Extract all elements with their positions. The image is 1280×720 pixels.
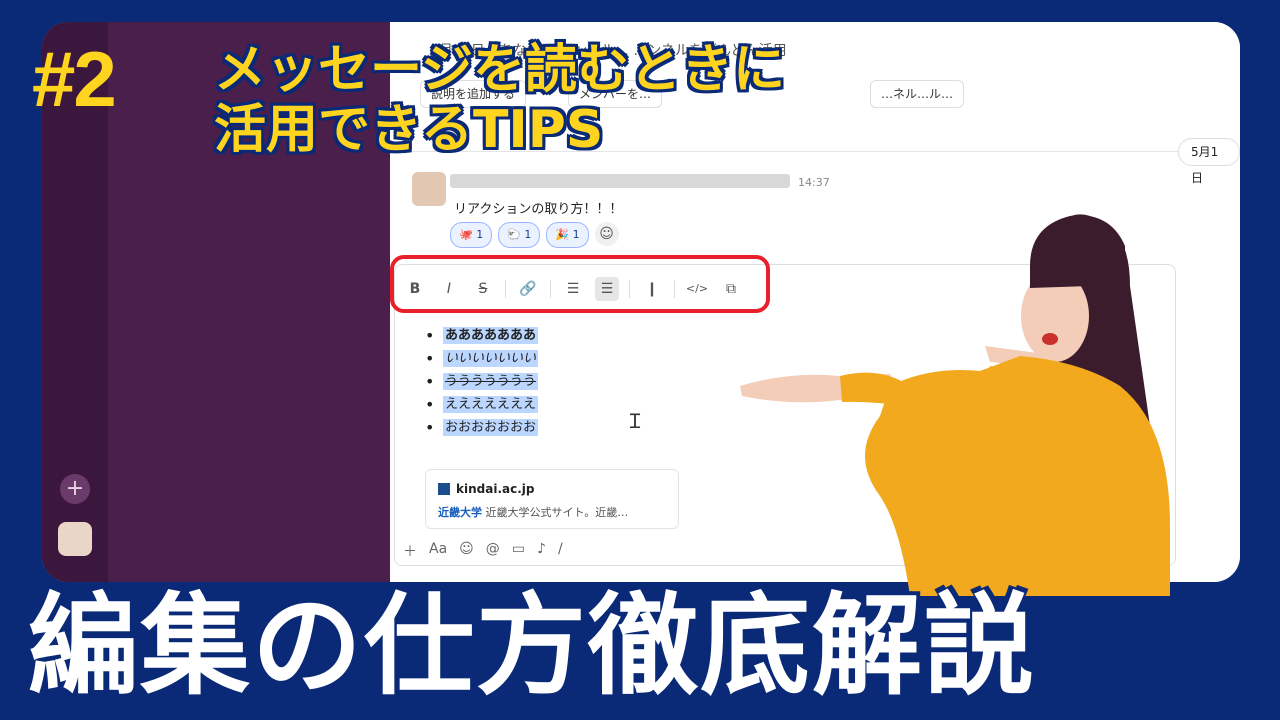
thumbnail-frame: + 4月26日、あな… …ャンネル… …ンネルをどんどん活用 説明を追加する メ…	[0, 0, 1280, 720]
list-item: おおおおおおお	[421, 417, 539, 440]
link-preview[interactable]: kindai.ac.jp 近畿大学 近畿大学公式サイト。近畿…	[425, 469, 679, 529]
reaction-pill[interactable]: 🐙 1	[450, 222, 493, 248]
list-item: えええええええ	[421, 394, 539, 417]
subtitle-line: 活用できるTIPS	[214, 100, 604, 160]
avatar[interactable]	[58, 522, 92, 556]
message-author-redacted	[450, 174, 790, 188]
message-text: リアクションの取り方！！！	[454, 202, 623, 217]
reaction-pill[interactable]: 🐑 1	[498, 222, 541, 248]
subtitle-line: メッセージを読むときに	[214, 40, 785, 100]
add-reaction-icon[interactable]: ☺	[594, 222, 619, 246]
person-illustration	[740, 214, 1170, 596]
list-item: いいいいいいい	[421, 348, 539, 371]
bullet-list[interactable]: あああああああ いいいいいいい ううううううう えええええええ おおおおおおお	[421, 325, 539, 440]
toolbar-highlight-box	[390, 255, 770, 313]
subtitle: メッセージを読むときに 活用できるTIPS	[214, 40, 785, 160]
list-item: ううううううう	[421, 371, 539, 394]
favicon-icon	[438, 483, 450, 495]
add-workspace-button[interactable]: +	[60, 474, 90, 504]
reactions: 🐙 1 🐑 1 🎉 1 ☺	[450, 222, 619, 248]
episode-badge: #2	[32, 35, 117, 123]
text-cursor-icon: Ｉ	[625, 409, 645, 433]
channel-button[interactable]: …ネル…ル…	[870, 80, 965, 108]
reaction-pill[interactable]: 🎉 1	[546, 222, 589, 248]
link-site: kindai.ac.jp	[438, 482, 534, 496]
message-time[interactable]: 14:37	[798, 176, 830, 189]
message-avatar[interactable]	[412, 172, 446, 206]
main-title: 編集の仕方徹底解説	[28, 582, 1036, 710]
list-item: あああああああ	[421, 325, 539, 348]
link-description: 近畿大学 近畿大学公式サイト。近畿…	[438, 506, 629, 519]
date-divider[interactable]: 5月1日	[1178, 138, 1240, 185]
